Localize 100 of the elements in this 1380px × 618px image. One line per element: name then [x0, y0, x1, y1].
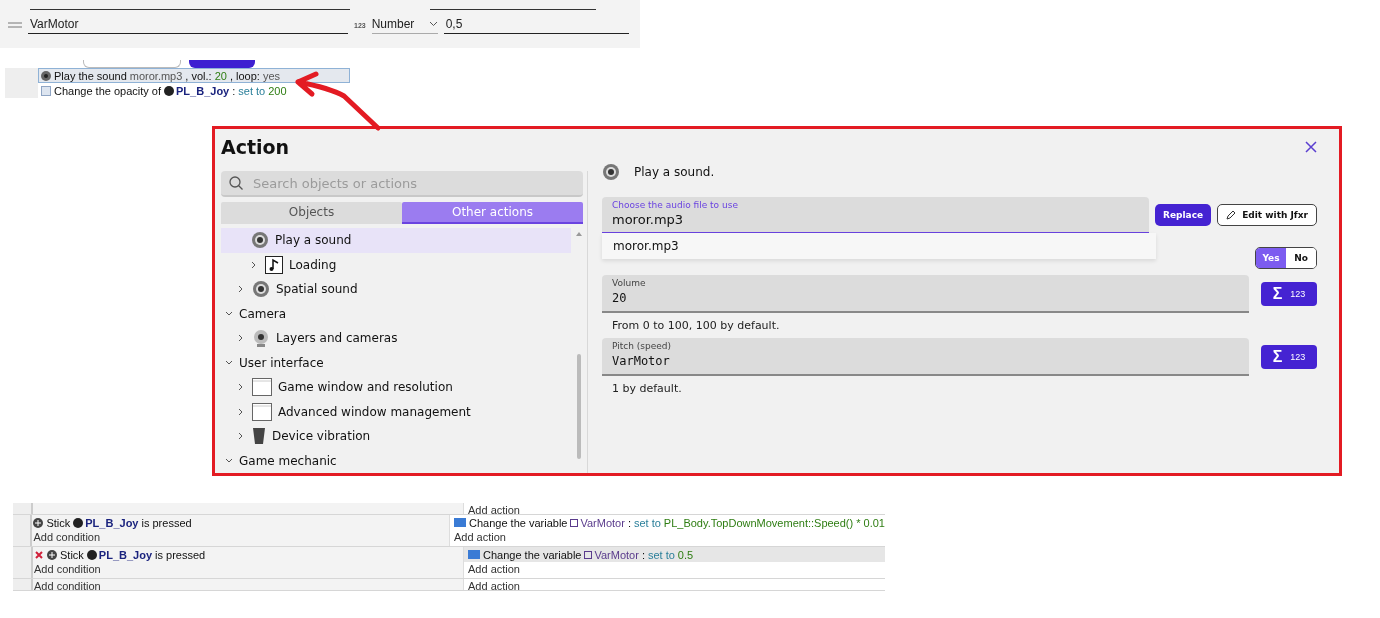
object-dot-icon — [164, 85, 175, 96]
tree-item[interactable]: Device vibration — [221, 424, 571, 449]
search-input[interactable]: Search objects or actions — [251, 174, 575, 192]
event-text: set to — [633, 516, 661, 529]
event-text: , loop: — [229, 69, 260, 82]
primary-button[interactable] — [189, 60, 255, 68]
search-field[interactable]: Search objects or actions — [221, 171, 583, 197]
event-text: 0.5 — [677, 548, 694, 561]
event-text: is pressed — [155, 548, 206, 561]
speaker-icon — [41, 70, 51, 81]
tree-item[interactable]: Loading — [221, 252, 571, 277]
field-label: Volume — [612, 278, 647, 288]
event-gutter — [5, 68, 38, 83]
chevron-down-icon — [225, 359, 233, 366]
chevron-down-icon — [428, 21, 438, 27]
parameter-field[interactable]: Pitch (speed) VarMotor — [602, 338, 1249, 376]
add-action-link[interactable]: Add action — [454, 530, 885, 545]
tree-category[interactable]: Game mechanic — [221, 448, 571, 473]
variable-name-field[interactable]: VarMotor — [28, 17, 348, 34]
pencil-icon — [1226, 210, 1237, 220]
parameter-field[interactable]: Volume 20 — [602, 275, 1249, 313]
help-text: 1 by default. — [611, 381, 683, 395]
condition-row[interactable]: Stick PL_B_Joy is pressed — [33, 515, 449, 530]
window-icon — [252, 402, 272, 421]
close-icon — [1305, 141, 1317, 153]
replace-button[interactable]: Replace — [1155, 204, 1212, 226]
object-name: PL_B_Joy — [164, 84, 230, 97]
edit-jfxr-button[interactable]: Edit with Jfxr — [1217, 204, 1317, 226]
action-description: Play a sound. — [634, 165, 715, 179]
tree-item[interactable]: Layers and cameras — [221, 326, 571, 351]
add-condition-link[interactable]: Add condition — [34, 562, 463, 577]
tree-item[interactable]: Game window and resolution — [221, 375, 571, 400]
variable-icon — [584, 550, 593, 559]
tree-item[interactable]: Spatial sound — [221, 277, 571, 302]
window-icon — [252, 378, 272, 397]
event-text: 200 — [268, 84, 287, 97]
type-select[interactable]: Number — [371, 17, 438, 34]
chevron-right-icon — [238, 383, 244, 392]
tree-category[interactable]: User interface — [221, 350, 571, 375]
event-text: Stick — [46, 516, 71, 529]
phone-icon — [252, 427, 266, 446]
event-text: yes — [262, 69, 280, 82]
chevron-right-icon — [238, 285, 244, 294]
help-text: From 0 to 100, 100 by default. — [611, 318, 781, 332]
tree-item[interactable]: Advanced window management — [221, 399, 571, 424]
field-label: Pitch (speed) — [612, 341, 672, 351]
scroll-up-icon[interactable] — [576, 232, 582, 236]
audio-file-input[interactable]: moror.mp3 — [612, 212, 1140, 227]
add-action-link[interactable]: Add action — [468, 579, 885, 590]
chevron-right-icon — [238, 334, 244, 343]
variable-value-field[interactable]: 0,5 — [443, 17, 629, 34]
event-text: set to — [647, 548, 675, 561]
expression-button[interactable]: Σ 123 — [1261, 282, 1317, 306]
action-row[interactable]: Play the sound moror.mp3 , vol.: 20 , loop: yes — [38, 68, 350, 83]
chevron-right-icon — [238, 432, 244, 441]
object-dot-icon — [73, 517, 84, 528]
add-action-link[interactable]: Add action — [468, 562, 885, 577]
event-text: PL_Body.TopDownMovement::Speed() * 0.01 — [663, 516, 885, 529]
add-action-link[interactable]: Add action — [468, 503, 885, 514]
variable-badge-icon — [468, 550, 480, 559]
square-icon — [41, 85, 51, 96]
tab[interactable]: Objects — [221, 202, 402, 224]
chevron-right-icon — [251, 260, 257, 269]
condition-row[interactable]: Stick PL_B_Joy is pressed — [34, 547, 463, 562]
variable-name: VarMotor — [570, 516, 625, 529]
add-condition-link[interactable]: Add condition — [33, 530, 449, 545]
event-text: Change the opacity of — [54, 84, 162, 97]
variable-name: VarMotor — [584, 548, 639, 561]
object-dot-icon — [86, 549, 97, 560]
music-note-icon — [265, 255, 283, 274]
chevron-right-icon — [238, 407, 244, 416]
event-text: set to — [238, 84, 266, 97]
speaker-icon — [252, 280, 270, 299]
event-text: Change the variable — [483, 548, 582, 561]
object-name: PL_B_Joy — [86, 548, 153, 561]
event-text: moror.mp3 — [129, 69, 183, 82]
action-row[interactable]: Change the variable VarMotor : set to PL_Body.TopDownMovement::Speed() * 0.01 — [454, 515, 885, 530]
toggle-option[interactable]: No — [1286, 248, 1316, 268]
add-condition-link[interactable]: Add condition — [34, 579, 463, 590]
object-name: PL_B_Joy — [73, 516, 139, 529]
suggestion-item[interactable]: moror.mp3 — [602, 233, 1156, 259]
event-text: is pressed — [141, 516, 192, 529]
expression-button[interactable]: Σ 123 — [1261, 345, 1317, 369]
action-row[interactable]: Change the variable VarMotor : set to 0.5 — [468, 547, 885, 562]
toggle-option[interactable]: Yes — [1256, 248, 1286, 268]
variable-badge-icon — [454, 518, 466, 527]
scrollbar-thumb[interactable] — [577, 354, 581, 459]
audio-file-field[interactable]: Choose the audio file to use moror.mp3 — [602, 197, 1150, 233]
parameter-input[interactable]: VarMotor — [612, 354, 1239, 368]
event-text: Stick — [60, 548, 84, 561]
speaker-icon — [251, 231, 269, 250]
dialog-title: Action — [221, 136, 290, 158]
event-text: : — [627, 516, 631, 529]
search-icon — [229, 176, 243, 190]
chevron-down-icon — [225, 310, 233, 317]
tree-category[interactable]: Camera — [221, 301, 571, 326]
tree-item[interactable]: Play a sound — [221, 228, 571, 253]
chevron-down-icon — [225, 457, 233, 464]
parameter-input[interactable]: 20 — [612, 291, 1239, 305]
speaker-icon — [602, 163, 620, 181]
